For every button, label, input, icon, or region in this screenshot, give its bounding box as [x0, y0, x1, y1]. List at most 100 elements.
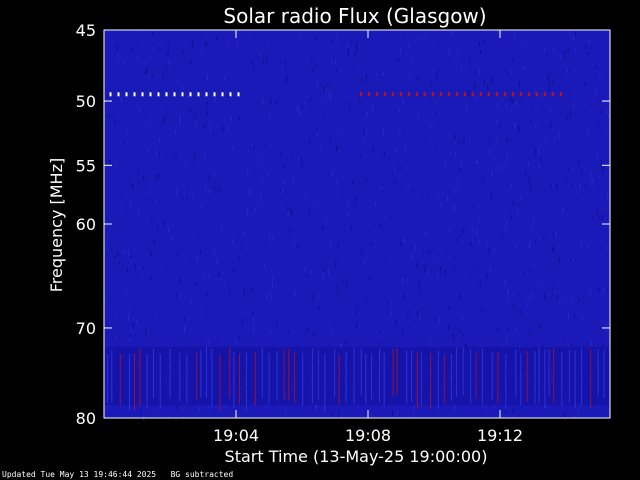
noise-speck [195, 281, 197, 286]
noise-speck [204, 150, 206, 158]
noise-speck [336, 179, 338, 186]
noise-speck [502, 166, 504, 170]
noise-speck [594, 64, 596, 69]
noise-speck [165, 64, 167, 70]
noise-speck [186, 196, 188, 200]
noise-speck [297, 244, 299, 249]
spectrogram-chart: Solar radio Flux (Glasgow) 455055607080 … [47, 4, 611, 466]
noise-speck [537, 147, 539, 155]
noise-speck [477, 158, 479, 164]
noise-speck [506, 105, 507, 110]
noise-speck [514, 102, 516, 107]
noise-speck [138, 169, 139, 174]
noise-speck [291, 209, 293, 215]
noise-speck [606, 323, 608, 326]
noise-speck [125, 119, 127, 122]
noise-speck [515, 328, 517, 333]
emission-dot [117, 92, 120, 97]
noise-speck [585, 184, 587, 189]
noise-speck [272, 276, 274, 282]
noise-speck [598, 287, 600, 293]
noise-speck [270, 98, 272, 106]
noise-speck [512, 99, 514, 104]
noise-speck [608, 115, 610, 119]
noise-speck [114, 157, 116, 164]
noise-speck [448, 306, 450, 310]
noise-speck [347, 201, 349, 208]
noise-speck [578, 159, 580, 164]
noise-speck [253, 145, 255, 150]
emission-dot [197, 92, 200, 97]
interference-streak [526, 350, 528, 402]
noise-speck [525, 38, 527, 44]
noise-speck [555, 231, 557, 237]
noise-speck [528, 160, 529, 166]
emission-dot [439, 92, 442, 97]
noise-speck [568, 167, 569, 171]
interference-streak [568, 349, 570, 404]
noise-speck [356, 322, 358, 329]
noise-speck [560, 54, 561, 59]
noise-speck [364, 260, 366, 265]
noise-speck [142, 266, 144, 269]
noise-speck [539, 323, 541, 330]
noise-speck [405, 274, 407, 279]
noise-speck [207, 405, 209, 410]
noise-speck [286, 75, 288, 78]
noise-speck [229, 289, 231, 296]
noise-speck [429, 138, 431, 142]
noise-speck [548, 75, 549, 82]
noise-speck [515, 100, 517, 105]
noise-speck [285, 407, 287, 415]
noise-speck [167, 50, 169, 57]
noise-speck [453, 333, 455, 341]
noise-speck [310, 269, 312, 276]
noise-speck [399, 48, 401, 55]
noise-speck [449, 151, 451, 157]
noise-speck [356, 304, 358, 308]
noise-speck [392, 410, 394, 417]
noise-speck [470, 242, 472, 247]
noise-speck [313, 152, 315, 154]
noise-speck [596, 209, 598, 216]
noise-speck [269, 110, 271, 116]
noise-speck [486, 274, 488, 280]
noise-speck [145, 328, 147, 336]
interference-streak [311, 348, 313, 404]
noise-speck [363, 129, 365, 136]
noise-speck [309, 209, 311, 217]
noise-speck [218, 272, 220, 278]
noise-speck [355, 311, 356, 315]
noise-speck [206, 101, 208, 105]
interference-streak [553, 347, 555, 403]
interference-streak [515, 349, 517, 398]
noise-speck [127, 250, 129, 257]
emission-dot [399, 92, 402, 97]
noise-speck [206, 310, 208, 314]
x-tick-label: 19:04 [213, 426, 259, 445]
noise-speck [311, 59, 313, 64]
noise-speck [568, 69, 570, 72]
noise-speck [352, 63, 354, 66]
noise-speck [149, 189, 150, 194]
noise-speck [261, 175, 263, 182]
noise-speck [130, 255, 132, 259]
noise-speck [348, 212, 350, 217]
noise-speck [408, 43, 410, 49]
noise-speck [252, 30, 254, 35]
emission-dot [495, 92, 498, 97]
noise-speck [531, 293, 533, 297]
noise-speck [182, 85, 184, 92]
noise-speck [220, 277, 222, 282]
emission-dot [383, 92, 386, 97]
interference-streak [139, 348, 141, 406]
noise-speck [261, 156, 263, 162]
interference-streak [497, 352, 499, 404]
noise-speck [488, 247, 490, 253]
noise-speck [510, 96, 512, 102]
spectrogram-plot [103, 29, 611, 423]
noise-speck [369, 276, 371, 283]
noise-speck [535, 124, 537, 128]
noise-speck [104, 81, 106, 84]
noise-speck [346, 44, 348, 49]
